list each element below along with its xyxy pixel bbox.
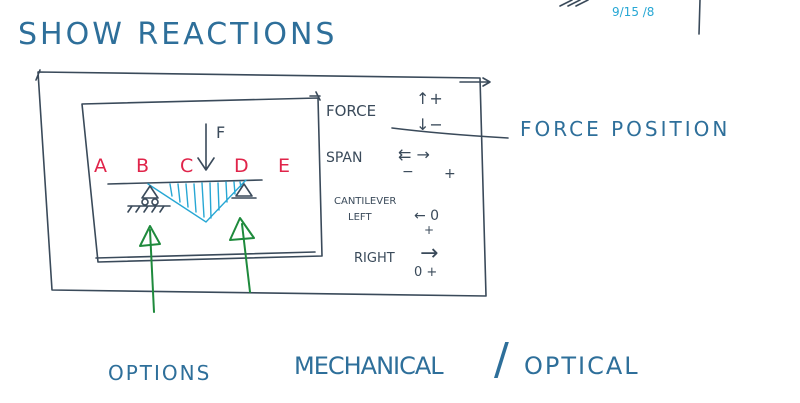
cantilever-left-plus[interactable]: + [424,223,434,237]
page-title: SHOW REACTIONS [18,17,337,52]
mode-optical-option[interactable]: OPTICAL [524,352,640,380]
cantilever-right-values[interactable]: 0 + [414,265,437,280]
cantilever-left-label: LEFT [348,212,372,223]
cantilever-right-arrow[interactable]: → [420,241,438,266]
span-increase-button[interactable]: + [444,166,456,182]
deflection-hatch [147,179,247,223]
reaction-arrow-b [139,225,161,313]
cantilever-label: CANTILEVER [334,196,396,207]
cantilever-left-control[interactable]: ← 0 [414,208,439,224]
point-c: C [180,155,193,177]
wireframe-sketch: SHOW REACTIONS 9/15 /8 A B C D E F FORCE… [18,0,730,385]
beam-canvas-frame [81,97,323,263]
force-position-leader [391,127,509,139]
span-control-label: SPAN [326,150,362,166]
mode-mechanical-option[interactable]: MECHANICAL [294,352,445,380]
force-increase-button[interactable]: ↑+ [416,89,443,108]
roller-support-b [127,185,171,213]
point-e: E [278,155,290,177]
span-decrease-button[interactable]: − [402,164,414,180]
force-control-label: FORCE [326,102,376,120]
force-arrow [197,123,215,171]
beam [107,179,263,185]
controls-panel: FORCE ↑+ ↓− FORCE POSITION SPAN ⇇ → − + … [326,89,730,280]
force-position-label: FORCE POSITION [520,117,730,141]
corner-note: 9/15 /8 [612,5,654,19]
force-label: F [216,123,225,142]
options-label: OPTIONS [108,361,211,385]
point-a: A [94,155,107,177]
outer-frame-arrow [459,77,491,87]
beam-point-labels: A B C D E [94,155,290,177]
sketch-canvas: SHOW REACTIONS 9/15 /8 A B C D E F FORCE… [0,0,800,403]
cantilever-right-label: RIGHT [354,251,395,266]
point-b: B [136,155,149,177]
mode-separator: / [494,334,509,385]
point-d: D [234,155,249,177]
span-arrows[interactable]: ⇇ → [398,145,430,164]
